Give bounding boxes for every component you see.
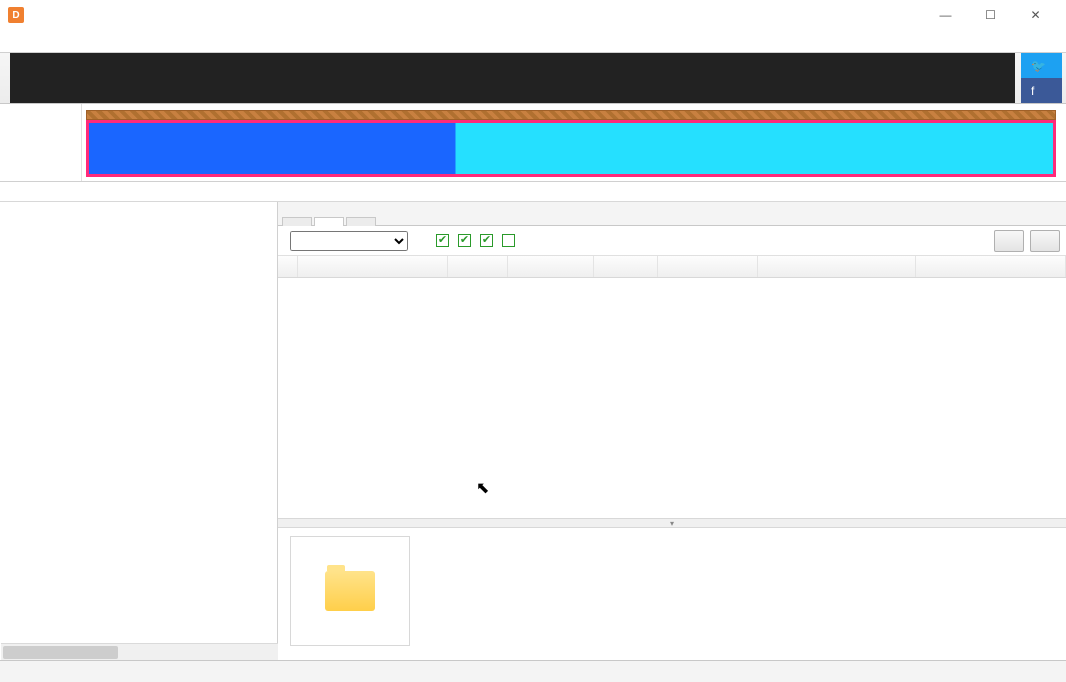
twitter-icon: 🐦	[1031, 59, 1046, 73]
tab-sector-editor[interactable]	[346, 217, 376, 226]
partition-tree[interactable]	[0, 202, 278, 660]
filter-bar: ✔ ✔ ✔ ✔	[278, 226, 1066, 256]
close-button[interactable]: ✕	[1013, 0, 1058, 30]
duplicate-checkbox[interactable]: ✔	[502, 234, 518, 247]
file-list[interactable]	[278, 278, 1066, 518]
content-panel: ✔ ✔ ✔ ✔ ▾	[278, 202, 1066, 660]
tab-partitions[interactable]	[282, 217, 312, 226]
tree-h-scrollbar[interactable]	[1, 643, 278, 660]
preview-thumbnail	[290, 536, 410, 646]
status-bar	[0, 660, 1066, 682]
folder-icon	[325, 571, 375, 611]
file-list-header[interactable]	[278, 256, 1066, 278]
deleted-checkbox[interactable]: ✔	[436, 234, 452, 247]
system-checkbox[interactable]: ✔	[480, 234, 496, 247]
app-logo-icon: D	[8, 7, 24, 23]
content-tabs	[278, 202, 1066, 226]
menubar	[0, 30, 1066, 52]
titlebar: D — ☐ ✕	[0, 0, 1066, 30]
share-buttons: 🐦 f	[1021, 53, 1062, 103]
twitter-share-button[interactable]: 🐦	[1021, 53, 1062, 78]
facebook-share-button[interactable]: f	[1021, 78, 1062, 103]
disk-info-line	[0, 182, 1066, 202]
disk-stripe	[86, 110, 1056, 120]
main-area: ✔ ✔ ✔ ✔ ▾	[0, 202, 1066, 660]
toolbar: 🐦 f	[0, 52, 1066, 104]
minimize-button[interactable]: —	[923, 0, 968, 30]
brand-banner	[10, 53, 1015, 103]
tab-files[interactable]	[314, 217, 344, 226]
name-filter-select[interactable]	[290, 231, 408, 251]
more-button[interactable]	[1030, 230, 1060, 252]
facebook-icon: f	[1031, 84, 1034, 98]
preview-panel	[278, 528, 1066, 660]
normal-checkbox[interactable]: ✔	[458, 234, 474, 247]
maximize-button[interactable]: ☐	[968, 0, 1013, 30]
preview-splitter[interactable]: ▾	[278, 518, 1066, 528]
partition-block[interactable]	[86, 120, 1056, 177]
disk-map	[0, 104, 1066, 182]
filter-button[interactable]	[994, 230, 1024, 252]
